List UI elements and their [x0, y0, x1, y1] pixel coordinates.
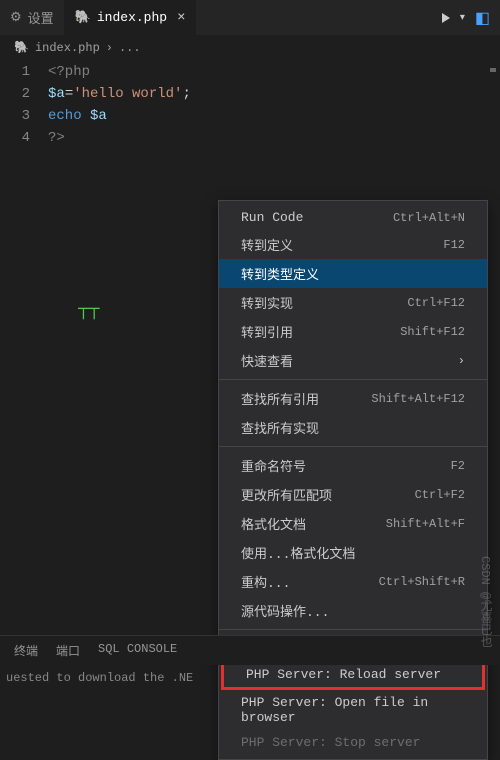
menu-php-open-browser[interactable]: PHP Server: Open file in browser	[219, 690, 487, 730]
code-token: echo	[48, 108, 82, 124]
line-number: 3	[0, 105, 30, 127]
dropdown-icon[interactable]: ▾	[460, 12, 465, 24]
menu-separator	[219, 446, 487, 447]
code-token: ?>	[48, 130, 65, 146]
line-number: 1	[0, 61, 30, 83]
menu-goto-definition[interactable]: 转到定义F12	[219, 230, 487, 259]
cursor-indicator: ┬┬	[78, 300, 100, 320]
settings-tab[interactable]: ⚙ 设置	[0, 0, 65, 35]
code-editor[interactable]: 1 2 3 4 <?php $a='hello world'; echo $a …	[0, 59, 500, 149]
tab-bar: ⚙ 设置 🐘 index.php × ▾ ◧	[0, 0, 500, 36]
terminal-output: uested to download the .NE	[0, 671, 199, 685]
breadcrumb-more: ...	[119, 41, 141, 55]
sql-console-tab[interactable]: SQL CONSOLE	[98, 642, 177, 659]
run-icon[interactable]	[442, 13, 450, 23]
editor-actions: ▾ ◧	[432, 8, 500, 28]
menu-goto-type-definition[interactable]: 转到类型定义	[219, 259, 487, 288]
ports-tab[interactable]: 端口	[56, 642, 80, 659]
code-token: $a	[90, 108, 107, 124]
gear-icon: ⚙	[10, 10, 22, 25]
line-number: 4	[0, 127, 30, 149]
split-editor-icon[interactable]: ◧	[475, 8, 490, 28]
breadcrumb-file: index.php	[35, 41, 100, 55]
code-token: 'hello world'	[73, 86, 182, 102]
code-token: <?php	[48, 64, 90, 80]
menu-php-reload-server[interactable]: PHP Server: Reload server	[224, 662, 482, 687]
tab-label: 设置	[28, 8, 54, 27]
line-number: 2	[0, 83, 30, 105]
menu-separator	[219, 379, 487, 380]
menu-find-all-references[interactable]: 查找所有引用Shift+Alt+F12	[219, 384, 487, 413]
code-token: $a	[48, 86, 65, 102]
php-icon: 🐘	[75, 10, 91, 25]
php-icon: 🐘	[14, 40, 29, 55]
menu-php-stop-server[interactable]: PHP Server: Stop server	[219, 730, 487, 755]
menu-goto-implementation[interactable]: 转到实现Ctrl+F12	[219, 288, 487, 317]
line-gutter: 1 2 3 4	[0, 61, 48, 149]
watermark: CSDN @尤喜已也	[477, 556, 494, 647]
breadcrumb[interactable]: 🐘 index.php › ...	[0, 36, 500, 59]
menu-separator	[219, 629, 487, 630]
menu-change-occurrences[interactable]: 更改所有匹配项Ctrl+F2	[219, 480, 487, 509]
minimap-indicator	[490, 68, 496, 72]
menu-source-action[interactable]: 源代码操作...	[219, 596, 487, 625]
menu-goto-references[interactable]: 转到引用Shift+F12	[219, 317, 487, 346]
close-icon[interactable]: ×	[177, 10, 185, 26]
code-token: =	[65, 86, 73, 102]
menu-format-with[interactable]: 使用...格式化文档	[219, 538, 487, 567]
code-token: ;	[182, 86, 190, 102]
menu-refactor[interactable]: 重构...Ctrl+Shift+R	[219, 567, 487, 596]
menu-run-code[interactable]: Run CodeCtrl+Alt+N	[219, 205, 487, 230]
menu-format-document[interactable]: 格式化文档Shift+Alt+F	[219, 509, 487, 538]
chevron-right-icon: ›	[458, 354, 465, 368]
context-menu: Run CodeCtrl+Alt+N 转到定义F12 转到类型定义 转到实现Ct…	[218, 200, 488, 760]
menu-peek[interactable]: 快速查看›	[219, 346, 487, 375]
panel-tabs: 终端 端口 SQL CONSOLE	[0, 635, 500, 665]
chevron-icon: ›	[106, 41, 113, 55]
terminal-tab[interactable]: 终端	[14, 642, 38, 659]
tab-label: index.php	[97, 10, 167, 25]
code-content[interactable]: <?php $a='hello world'; echo $a ?>	[48, 61, 500, 149]
menu-rename-symbol[interactable]: 重命名符号F2	[219, 451, 487, 480]
active-tab[interactable]: 🐘 index.php ×	[65, 0, 197, 35]
menu-find-all-implementations[interactable]: 查找所有实现	[219, 413, 487, 442]
